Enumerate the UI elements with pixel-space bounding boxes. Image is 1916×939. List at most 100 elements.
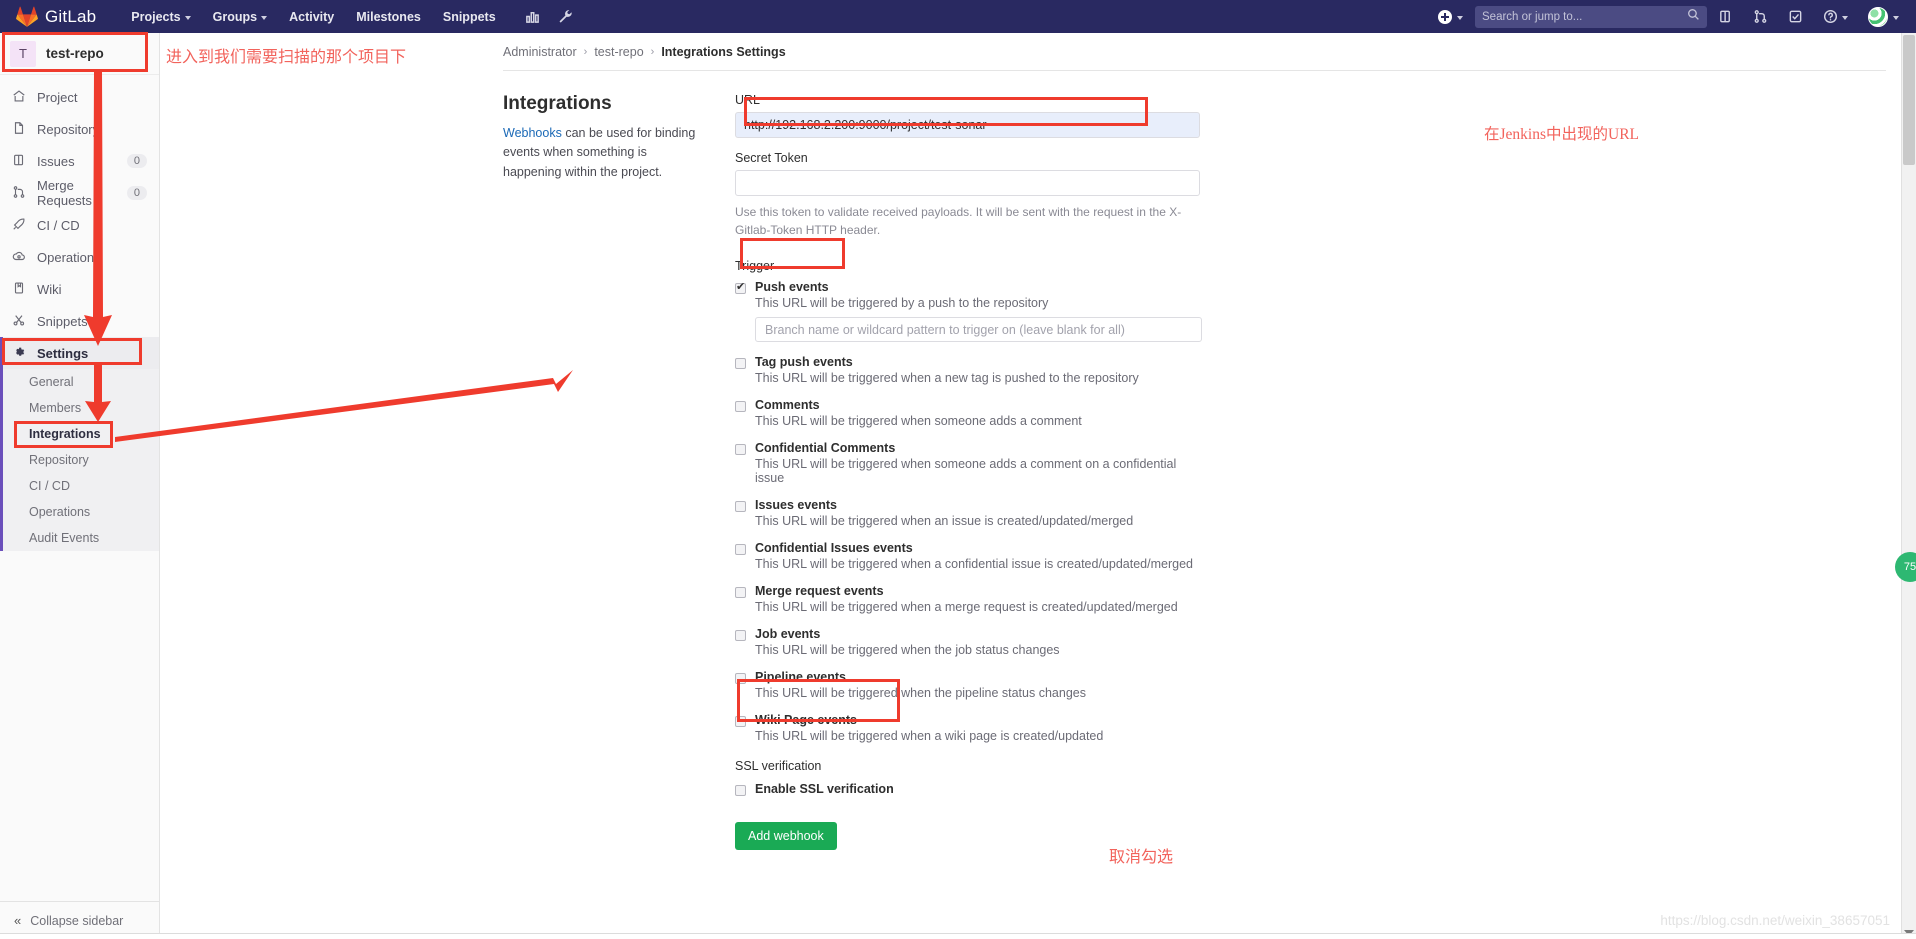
create-new-button[interactable] xyxy=(1428,4,1473,30)
plus-circle-icon xyxy=(1438,9,1452,24)
event-tag-push[interactable]: Tag push events This URL will be trigger… xyxy=(735,355,1200,385)
event-issues[interactable]: Issues events This URL will be triggered… xyxy=(735,498,1200,528)
checkbox-pipeline-events[interactable] xyxy=(735,673,746,684)
webhooks-link[interactable]: Webhooks xyxy=(503,126,562,140)
project-sidebar: T test-repo Project Repository Issues 0 … xyxy=(0,33,160,939)
sidebar-label: Issues xyxy=(37,153,75,169)
event-pipeline[interactable]: Pipeline events This URL will be trigger… xyxy=(735,670,1200,700)
sidebar-item-repository[interactable]: Repository xyxy=(0,113,159,145)
event-label: Push events xyxy=(755,280,829,294)
scissors-icon xyxy=(12,313,26,330)
watermark-text: https://blog.csdn.net/weixin_38657051 xyxy=(1660,913,1890,928)
secret-token-input[interactable] xyxy=(735,170,1200,196)
checkbox-issues-events[interactable] xyxy=(735,501,746,512)
url-label: URL xyxy=(735,93,761,107)
event-description: This URL will be triggered when a new ta… xyxy=(755,371,1139,385)
sidebar-subitem-general[interactable]: General xyxy=(3,369,159,395)
nav-link-milestones[interactable]: Milestones xyxy=(345,1,432,33)
checkbox-comments[interactable] xyxy=(735,401,746,412)
sidebar-item-wiki[interactable]: Wiki xyxy=(0,273,159,305)
breadcrumb-administrator[interactable]: Administrator xyxy=(503,45,577,59)
add-webhook-button[interactable]: Add webhook xyxy=(735,822,837,850)
sidebar-item-merge-requests[interactable]: Merge Requests 0 xyxy=(0,177,159,209)
checkbox-push-events[interactable] xyxy=(735,280,746,294)
sidebar-subitem-ci-cd[interactable]: CI / CD xyxy=(3,473,159,499)
page-scrollbar[interactable] xyxy=(1901,33,1916,939)
merge-icon xyxy=(12,185,26,202)
event-job[interactable]: Job events This URL will be triggered wh… xyxy=(735,627,1200,657)
sidebar-item-settings[interactable]: Settings xyxy=(0,337,159,369)
sidebar-subitem-audit-events[interactable]: Audit Events xyxy=(3,525,159,551)
sidebar-item-operations[interactable]: Operations xyxy=(0,241,159,273)
nav-utility-icons xyxy=(517,3,581,30)
sidebar-label: Settings xyxy=(37,345,89,361)
nav-label: Projects xyxy=(131,9,181,24)
help-button[interactable] xyxy=(1814,4,1857,29)
event-confidential-comments[interactable]: Confidential Comments This URL will be t… xyxy=(735,441,1200,485)
url-input[interactable] xyxy=(735,112,1200,138)
mr-count-badge: 0 xyxy=(126,186,147,200)
bottom-bar xyxy=(0,933,1916,939)
sidebar-item-snippets[interactable]: Snippets xyxy=(0,305,159,337)
checkbox-job-events[interactable] xyxy=(735,630,746,641)
sidebar-subitem-members[interactable]: Members xyxy=(3,395,159,421)
chart-bar-icon[interactable] xyxy=(517,3,548,30)
checkbox-enable-ssl-verification[interactable] xyxy=(735,785,746,796)
sidebar-item-ci-cd[interactable]: CI / CD xyxy=(0,209,159,241)
search-icon xyxy=(1687,8,1700,26)
event-confidential-issues[interactable]: Confidential Issues events This URL will… xyxy=(735,541,1200,571)
chevron-down-icon xyxy=(1842,15,1848,20)
ssl-section-label: SSL verification xyxy=(735,759,822,773)
brand-name: GitLab xyxy=(45,6,97,26)
event-merge-request[interactable]: Merge request events This URL will be tr… xyxy=(735,584,1200,614)
sidebar-subitem-repository[interactable]: Repository xyxy=(3,447,159,473)
rocket-icon xyxy=(12,217,26,234)
checkbox-tag-push-events[interactable] xyxy=(735,358,746,369)
checkbox-wiki-page-events[interactable] xyxy=(735,716,746,727)
gitlab-brand[interactable]: GitLab xyxy=(10,6,96,27)
wrench-icon[interactable] xyxy=(550,3,581,30)
top-navbar: GitLab Projects Groups Activity Mileston… xyxy=(0,0,1916,33)
webhook-form: URL Secret Token Use this token to valid… xyxy=(735,93,1202,850)
event-label: Confidential Comments xyxy=(755,441,896,455)
issues-icon[interactable] xyxy=(1709,4,1742,29)
search-box[interactable] xyxy=(1475,5,1707,28)
sidebar-subitem-integrations[interactable]: Integrations xyxy=(3,421,159,447)
checkbox-merge-request-events[interactable] xyxy=(735,587,746,598)
event-label: Merge request events xyxy=(755,584,884,598)
sidebar-subitem-operations[interactable]: Operations xyxy=(3,499,159,525)
issues-icon xyxy=(12,153,26,170)
sidebar-item-project[interactable]: Project xyxy=(0,81,159,113)
sidebar-project-header[interactable]: T test-repo xyxy=(0,33,159,75)
sidebar-label: CI / CD xyxy=(37,217,80,233)
breadcrumb-project[interactable]: test-repo xyxy=(594,45,643,59)
breadcrumb-current: Integrations Settings xyxy=(661,45,786,59)
nav-link-snippets[interactable]: Snippets xyxy=(432,1,507,33)
sidebar-item-issues[interactable]: Issues 0 xyxy=(0,145,159,177)
book-icon xyxy=(12,281,26,298)
user-menu[interactable] xyxy=(1859,2,1908,32)
event-description: This URL will be triggered when a merge … xyxy=(755,600,1178,614)
event-push[interactable]: Push events This URL will be triggered b… xyxy=(735,280,1202,342)
search-input[interactable] xyxy=(1482,10,1687,23)
event-comments[interactable]: Comments This URL will be triggered when… xyxy=(735,398,1200,428)
event-description: This URL will be triggered when a confid… xyxy=(755,557,1193,571)
checkbox-confidential-issues-events[interactable] xyxy=(735,544,746,555)
chevron-down-icon xyxy=(1457,15,1463,20)
todos-icon[interactable] xyxy=(1779,4,1812,29)
event-description: This URL will be triggered by a push to … xyxy=(755,296,1049,310)
nav-link-projects[interactable]: Projects xyxy=(120,1,201,33)
branch-filter-input[interactable] xyxy=(755,317,1202,342)
nav-link-activity[interactable]: Activity xyxy=(278,1,345,33)
checkbox-confidential-comments[interactable] xyxy=(735,444,746,455)
ssl-verification-row[interactable]: Enable SSL verification xyxy=(735,782,1200,796)
sidebar-label: Repository xyxy=(37,121,100,137)
breadcrumb-separator: › xyxy=(650,46,655,58)
home-icon xyxy=(12,89,26,106)
scrollbar-thumb[interactable] xyxy=(1903,35,1915,165)
sidebar-label: Project xyxy=(37,89,78,105)
merge-requests-icon[interactable] xyxy=(1744,4,1777,29)
chevron-down-icon xyxy=(1893,15,1899,20)
nav-link-groups[interactable]: Groups xyxy=(202,1,278,33)
event-wiki-page[interactable]: Wiki Page events This URL will be trigge… xyxy=(735,713,1200,743)
